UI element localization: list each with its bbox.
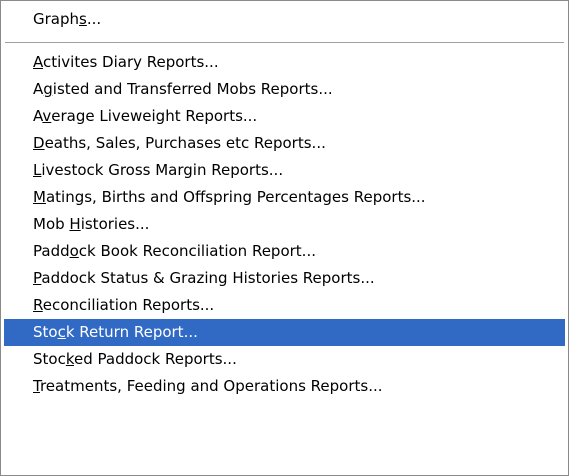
menu-item-text: istories... [80,215,150,233]
access-key: M [33,188,46,206]
menu-item-agisted-transferred-mobs-reports[interactable]: Agisted and Transferred Mobs Reports... [4,76,565,103]
menu-item-average-liveweight-reports[interactable]: Average Liveweight Reports... [4,103,565,130]
menu-item-livestock-gross-margin-reports[interactable]: Livestock Gross Margin Reports... [4,157,565,184]
menu-item-paddock-book-reconciliation-report[interactable]: Paddock Book Reconciliation Report... [4,238,565,265]
access-key: k [65,350,74,368]
menu-item-text: eaths, Sales, Purchases etc Reports... [44,134,326,152]
menu-item-stock-return-report[interactable]: Stock Return Report... [4,319,565,346]
menu-item-text: Stoc [33,350,66,368]
menu-item-text: Padd [33,242,70,260]
menu-item-activites-diary-reports[interactable]: Activites Diary Reports... [4,49,565,76]
menu-item-text: atings, Births and Offspring Percentages… [45,188,426,206]
access-key: D [33,134,45,152]
menu-item-text: ed Paddock Reports... [73,350,237,368]
menu-item-mob-histories[interactable]: Mob Histories... [4,211,565,238]
menu-item-text: A [33,80,44,98]
access-key: c [57,323,66,341]
menu-item-text: ck Book Reconciliation Report... [78,242,316,260]
menu-item-text: addock Status & Grazing Histories Report… [41,269,375,287]
access-key: H [69,215,81,233]
access-key: A [33,53,43,71]
access-key: o [69,242,79,260]
menu-item-text: A [33,107,43,125]
menu-item-deaths-sales-purchases-reports[interactable]: Deaths, Sales, Purchases etc Reports... [4,130,565,157]
menu-item-reconciliation-reports[interactable]: Reconciliation Reports... [4,292,565,319]
access-key: g [43,80,53,98]
menu-item-text: ivestock Gross Margin Reports... [41,161,284,179]
access-key: T [33,377,40,395]
menu-item-matings-births-offspring-reports[interactable]: Matings, Births and Offspring Percentage… [4,184,565,211]
menu-item-text: Graph [33,10,80,28]
menu-item-text: Mob [33,215,70,233]
access-key: v [42,107,52,125]
context-menu: Graphs... Activites Diary Reports... Agi… [0,0,569,476]
menu-item-treatments-feeding-operations-reports[interactable]: Treatments, Feeding and Operations Repor… [4,373,565,400]
menu-item-text: ... [86,10,102,28]
menu-item-graphs[interactable]: Graphs... [4,6,565,33]
menu-item-text: isted and Transferred Mobs Reports... [52,80,333,98]
menu-separator [5,42,564,43]
menu-item-text: k Return Report... [65,323,198,341]
access-key: R [33,296,43,314]
menu-item-paddock-status-grazing-histories-reports[interactable]: Paddock Status & Grazing Histories Repor… [4,265,565,292]
menu-item-text: reatments, Feeding and Operations Report… [39,377,383,395]
menu-item-stocked-paddock-reports[interactable]: Stocked Paddock Reports... [4,346,565,373]
menu-item-text: Sto [33,323,58,341]
access-key: s [79,10,87,28]
menu-item-text: ctivites Diary Reports... [43,53,219,71]
menu-item-text: econciliation Reports... [42,296,215,314]
menu-item-text: erage Liveweight Reports... [51,107,258,125]
